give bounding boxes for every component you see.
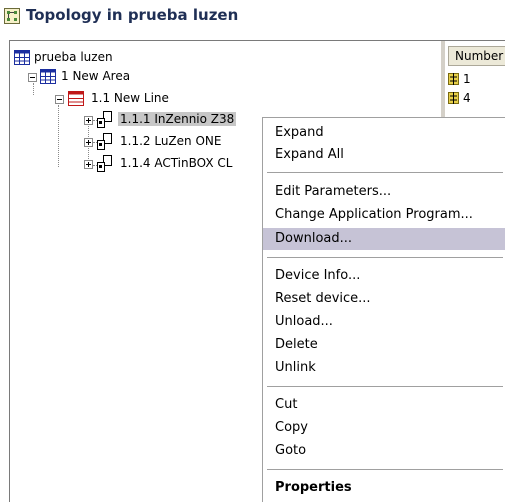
menu-item-download[interactable]: Download... xyxy=(263,228,505,250)
tree-node-label: 1 New Area xyxy=(61,69,131,83)
line-red-icon xyxy=(68,91,84,106)
menu-item-expand-all[interactable]: Expand All xyxy=(263,144,505,166)
window-title: Topology in prueba luzen xyxy=(26,6,239,24)
menu-separator xyxy=(267,172,503,173)
list-item-number: 4 xyxy=(463,91,471,105)
tree-node-label: 1.1.2 LuZen ONE xyxy=(120,134,222,148)
tree-node-label: 1.1.1 InZennio Z38 xyxy=(118,112,237,126)
tree-node-area[interactable]: 1 New Area xyxy=(26,68,226,86)
tree-node-device[interactable]: 1.1.1 InZennio Z38 xyxy=(82,111,262,129)
menu-item-goto[interactable]: Goto xyxy=(263,440,505,462)
collapse-icon[interactable] xyxy=(28,73,37,82)
device-icon xyxy=(97,155,112,172)
device-icon xyxy=(97,133,112,150)
expand-icon[interactable] xyxy=(84,116,93,125)
menu-item-properties[interactable]: Properties xyxy=(263,477,505,499)
tree-connector xyxy=(58,105,59,167)
collapse-icon[interactable] xyxy=(55,95,64,104)
tree-node-label: prueba luzen xyxy=(34,50,113,64)
menu-item-device-info[interactable]: Device Info... xyxy=(263,265,505,287)
tree-node-device[interactable]: 1.1.2 LuZen ONE xyxy=(82,133,262,151)
menu-separator xyxy=(267,469,503,470)
menu-item-expand[interactable]: Expand xyxy=(263,122,505,144)
tree-node-project[interactable]: prueba luzen xyxy=(14,49,214,67)
expand-icon[interactable] xyxy=(84,160,93,169)
group-object-icon xyxy=(448,92,459,104)
area-grid-icon xyxy=(40,69,56,84)
expand-icon[interactable] xyxy=(84,138,93,147)
menu-item-reset-device[interactable]: Reset device... xyxy=(263,288,505,310)
group-object-icon xyxy=(448,73,459,85)
menu-item-change-application-program[interactable]: Change Application Program... xyxy=(263,204,505,226)
menu-separator xyxy=(267,257,503,258)
tree-node-line[interactable]: 1.1 New Line xyxy=(53,90,253,108)
context-menu: Expand Expand All Edit Parameters... Cha… xyxy=(262,117,505,502)
tree-node-label: 1.1.4 ACTinBOX CL xyxy=(120,156,233,170)
menu-item-unload[interactable]: Unload... xyxy=(263,311,505,333)
menu-item-edit-parameters[interactable]: Edit Parameters... xyxy=(263,181,505,203)
topology-window-icon xyxy=(4,8,20,24)
project-grid-icon xyxy=(14,50,30,65)
tree-node-label: 1.1 New Line xyxy=(91,91,169,105)
list-item-number: 1 xyxy=(463,72,471,86)
window-titlebar: Topology in prueba luzen xyxy=(0,0,505,36)
menu-item-unlink[interactable]: Unlink xyxy=(263,357,505,379)
menu-item-delete[interactable]: Delete xyxy=(263,334,505,356)
menu-separator xyxy=(267,386,503,387)
device-icon xyxy=(97,111,112,128)
menu-item-copy[interactable]: Copy xyxy=(263,417,505,439)
column-header-number[interactable]: Number xyxy=(448,46,505,66)
menu-item-cut[interactable]: Cut xyxy=(263,394,505,416)
tree-node-device[interactable]: 1.1.4 ACTinBOX CL xyxy=(82,155,262,173)
